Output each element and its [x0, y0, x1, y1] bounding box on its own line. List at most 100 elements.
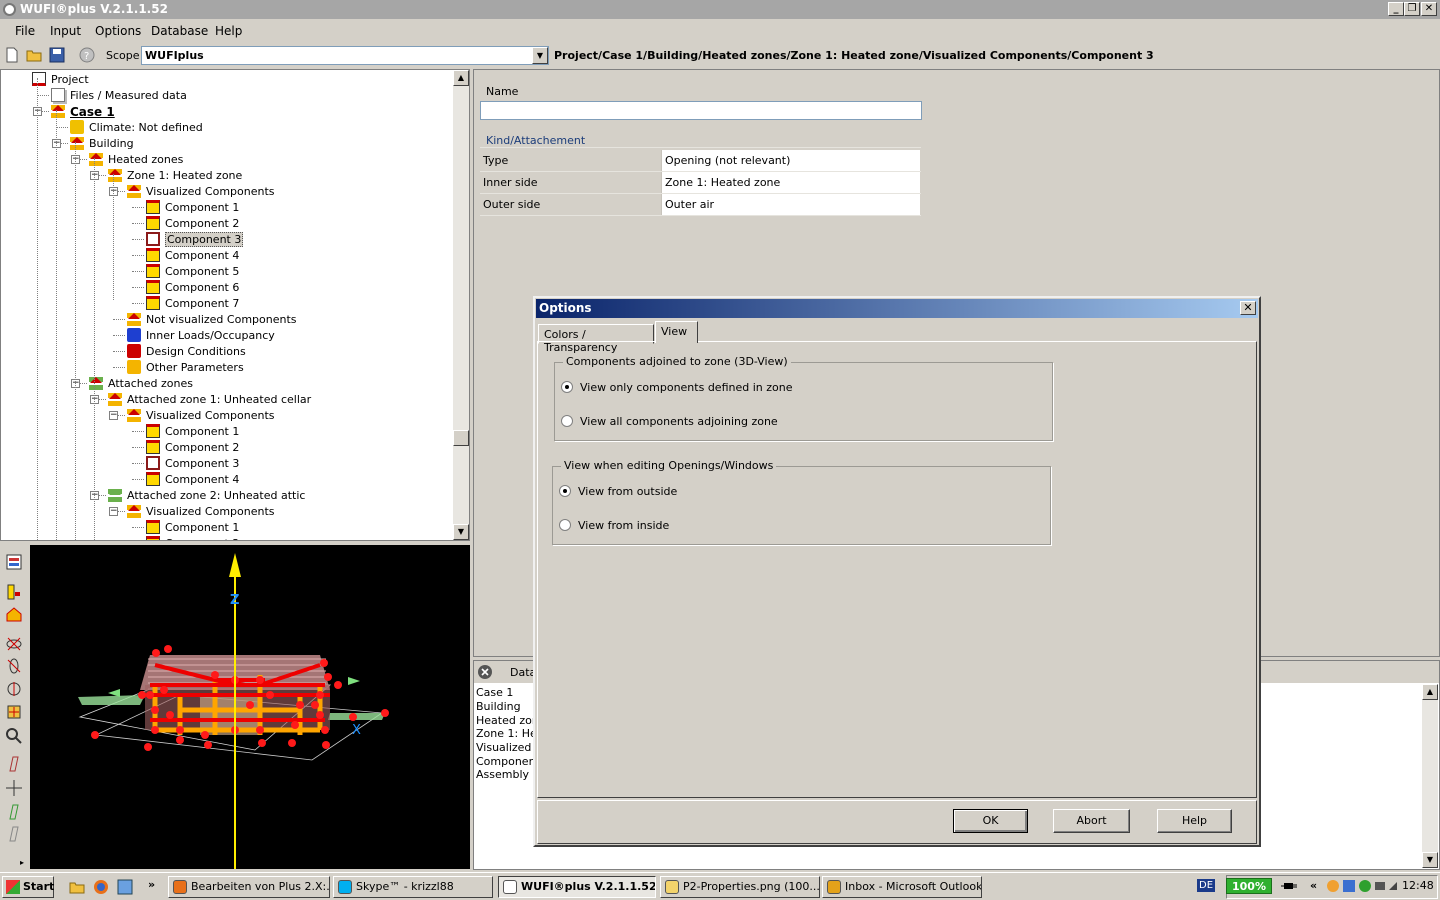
axis-plane — [78, 695, 145, 705]
component-icon — [146, 200, 160, 214]
firefox-icon[interactable] — [92, 878, 110, 896]
rotate-y-icon[interactable] — [5, 657, 23, 675]
tree-item-label: Component 3 — [165, 457, 240, 470]
close-panel-icon[interactable] — [477, 664, 493, 680]
plane-outline-icon[interactable] — [5, 825, 23, 843]
wufi-icon — [503, 880, 517, 894]
rotate-z-icon[interactable] — [5, 680, 23, 698]
tray-expand-icon[interactable]: « — [1310, 879, 1317, 892]
tree-item-label: Files / Measured data — [70, 89, 187, 102]
dialog-title-bar: Options — [536, 299, 1258, 318]
divider — [480, 147, 921, 148]
layers-icon[interactable] — [5, 553, 23, 571]
group-title: View when editing Openings/Windows — [561, 459, 777, 472]
vertex-point — [211, 671, 219, 679]
plane-edit-icon[interactable] — [5, 803, 23, 821]
language-indicator[interactable]: DE — [1197, 879, 1216, 892]
scroll-thumb[interactable] — [453, 430, 469, 446]
minimize-button[interactable]: _ — [1388, 2, 1404, 16]
radio-label[interactable]: View all components adjoining zone — [580, 415, 778, 428]
components-icon — [127, 312, 141, 326]
menu-help[interactable]: Help — [215, 24, 242, 38]
name-field[interactable] — [480, 101, 922, 120]
svg-text:?: ? — [84, 51, 89, 62]
tree-connector — [113, 335, 125, 336]
pan-icon[interactable] — [5, 703, 23, 721]
3d-view[interactable]: Z X — [30, 545, 470, 869]
radio-view-all-adjoining[interactable] — [561, 415, 573, 427]
radio-view-from-inside[interactable] — [559, 519, 571, 531]
z-axis-arrow — [229, 553, 241, 577]
type-value[interactable]: Opening (not relevant) — [661, 150, 920, 171]
vertex-point — [321, 726, 329, 734]
radio-label[interactable]: View only components defined in zone — [580, 381, 793, 394]
tab-view[interactable]: View — [655, 321, 698, 343]
menu-options[interactable]: Options — [95, 24, 141, 38]
menu-input[interactable]: Input — [50, 24, 81, 38]
dialog-help-button[interactable]: Help — [1157, 809, 1232, 833]
expand-arrow-icon[interactable]: ▸ — [20, 858, 24, 867]
firefox-icon — [173, 880, 187, 894]
house-tool-icon[interactable] — [5, 605, 23, 623]
taskbar-task-button[interactable]: Skype™ - krizzl88 — [333, 876, 493, 898]
radio-view-only-defined[interactable] — [561, 381, 573, 393]
help-icon[interactable]: ? — [78, 46, 96, 64]
close-button[interactable]: ✕ — [1421, 2, 1437, 16]
start-button[interactable]: Start — [2, 876, 54, 898]
save-icon[interactable] — [48, 46, 66, 64]
tree-item-label: Other Parameters — [146, 361, 244, 374]
collapse-toggle-icon[interactable]: − — [109, 507, 118, 516]
abort-button[interactable]: Abort — [1053, 809, 1130, 833]
chevron-down-icon[interactable]: ▼ — [532, 47, 548, 64]
plane-icon[interactable] — [5, 755, 23, 773]
explorer-icon[interactable] — [68, 878, 86, 896]
name-label: Name — [486, 85, 519, 98]
rotate-x-icon[interactable] — [5, 635, 23, 653]
vertex-point — [266, 691, 274, 699]
outer-side-value[interactable]: Outer air — [661, 194, 920, 215]
ok-button[interactable]: OK — [953, 809, 1028, 833]
maximize-button[interactable]: ❐ — [1404, 2, 1420, 16]
radio-label[interactable]: View from outside — [578, 485, 677, 498]
vertex-point — [288, 739, 296, 747]
tree-item-label: Heated zones — [108, 153, 184, 166]
breadcrumb: Project/Case 1/Building/Heated zones/Zon… — [554, 49, 1154, 62]
zoom-icon[interactable] — [5, 727, 23, 745]
scroll-down-button[interactable]: ▼ — [453, 524, 469, 540]
scroll-up-button[interactable]: ▲ — [453, 70, 469, 86]
app-launcher-icon[interactable] — [116, 878, 134, 896]
menu-database[interactable]: Database — [151, 24, 208, 38]
component-icon — [146, 424, 160, 438]
scroll-up-button[interactable]: ▲ — [1422, 684, 1438, 700]
scope-select[interactable]: WUFIplus — [141, 46, 549, 65]
battery-indicator[interactable]: 100% — [1226, 878, 1272, 894]
vertex-point — [256, 726, 264, 734]
inner-side-value[interactable]: Zone 1: Heated zone — [661, 172, 920, 193]
collapse-toggle-icon[interactable]: − — [109, 411, 118, 420]
radio-label[interactable]: View from inside — [578, 519, 669, 532]
component-icon — [146, 440, 160, 454]
tree-scrollbar[interactable]: ▲ ▼ — [453, 70, 469, 540]
taskbar-task-button[interactable]: Inbox - Microsoft Outlook — [822, 876, 982, 898]
new-file-icon[interactable] — [3, 46, 21, 64]
data-scrollbar[interactable]: ▲ ▼ — [1422, 684, 1438, 868]
taskbar-task-button[interactable]: P2-Properties.png (100... — [660, 876, 820, 898]
quick-launch-more-icon[interactable]: » — [148, 878, 155, 891]
open-folder-icon[interactable] — [25, 46, 43, 64]
vertex-point — [381, 709, 389, 717]
scroll-down-button[interactable]: ▼ — [1422, 852, 1438, 868]
dialog-close-button[interactable]: ✕ — [1240, 301, 1256, 315]
move-icon[interactable] — [5, 779, 23, 797]
taskbar-task-button[interactable]: WUFI®plus V.2.1.1.52 — [498, 876, 656, 898]
tray-icons[interactable] — [1325, 878, 1401, 894]
tree-item-label: Attached zones — [108, 377, 193, 390]
taskbar-task-button[interactable]: Bearbeiten von Plus 2.X:... — [168, 876, 330, 898]
component-tool-icon[interactable] — [5, 583, 23, 601]
vertex-point — [144, 743, 152, 751]
power-plug-icon[interactable] — [1281, 878, 1299, 894]
vertex-point — [246, 701, 254, 709]
toolbar: ? Scope WUFIplus ▼ Project/Case 1/Buildi… — [0, 43, 1440, 68]
menu-file[interactable]: File — [15, 24, 35, 38]
tree-connector — [113, 367, 125, 368]
radio-view-from-outside[interactable] — [559, 485, 571, 497]
